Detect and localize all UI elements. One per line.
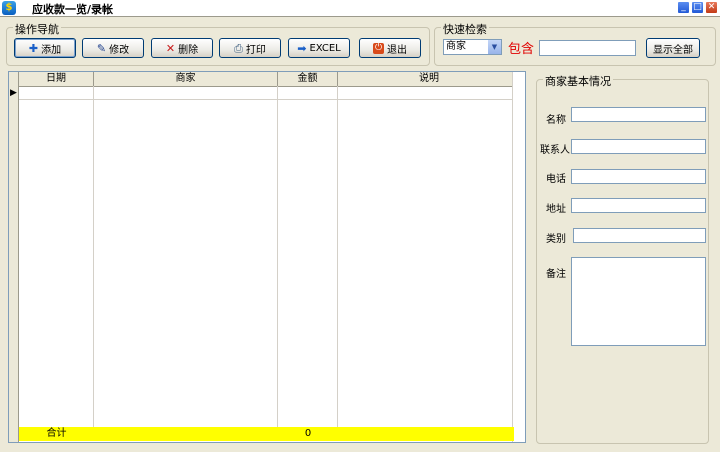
merchant-phone-label: 电话	[546, 174, 566, 185]
merchant-address-field[interactable]	[571, 198, 706, 213]
close-button[interactable]: ✕	[705, 1, 718, 14]
toolbar-group-title: 操作导航	[13, 21, 61, 37]
pen-icon: ✎	[96, 41, 107, 55]
column-header-amount[interactable]: 金额	[278, 72, 338, 86]
grid-divider	[93, 86, 94, 427]
column-header-merchant[interactable]: 商家	[94, 72, 278, 86]
show-all-button-label: 显示全部	[653, 44, 693, 56]
edit-button-label: 修改	[109, 44, 130, 56]
exit-button[interactable]: ⏻ 退出	[359, 38, 421, 58]
merchant-contact-label: 联系人	[540, 145, 570, 156]
maximize-icon: □	[693, 2, 702, 12]
search-field-select[interactable]: 商家 ▼	[443, 39, 502, 55]
plus-icon: ✚	[28, 41, 39, 55]
arrow-right-icon: ➡	[297, 41, 307, 55]
close-icon: ✕	[707, 2, 716, 12]
grid-vertical-scrollbar[interactable]	[512, 72, 525, 442]
printer-icon: ⎙	[234, 41, 243, 55]
search-keyword-input[interactable]	[539, 40, 636, 56]
add-button-label: 添加	[41, 44, 62, 56]
minimize-icon: _	[681, 2, 686, 12]
grid-divider	[277, 86, 278, 427]
merchant-address-label: 地址	[546, 204, 566, 215]
current-row-arrow-icon: ▶	[10, 88, 17, 98]
merchant-phone-field[interactable]	[571, 169, 706, 184]
add-button[interactable]: ✚ 添加	[14, 38, 76, 58]
merchant-contact-field[interactable]	[571, 139, 706, 154]
edit-button[interactable]: ✎ 修改	[82, 38, 144, 58]
delete-button-label: 删除	[178, 44, 199, 56]
delete-button[interactable]: ✕ 删除	[151, 38, 213, 58]
title-bar: $ 应收款一览/录帐 _ □ ✕	[0, 0, 720, 17]
print-button[interactable]: ⎙ 打印	[219, 38, 281, 58]
footer-total-label: 合计	[46, 428, 67, 439]
merchant-category-label: 类别	[546, 234, 566, 245]
print-button-label: 打印	[245, 44, 266, 56]
merchant-info-title: 商家基本情况	[543, 73, 613, 89]
search-group-title: 快速检索	[441, 21, 489, 37]
grid-divider	[337, 86, 338, 427]
column-header-date[interactable]: 日期	[19, 72, 94, 86]
merchant-category-field[interactable]	[573, 228, 706, 243]
exit-icon: ⏻	[373, 42, 384, 54]
merchant-name-label: 名称	[546, 115, 566, 126]
show-all-button[interactable]: 显示全部	[646, 38, 700, 58]
window-title: 应收款一览/录帐	[32, 3, 114, 16]
receivables-grid[interactable]: 日期 商家 金额 说明 ▶ 合计 0	[8, 71, 526, 443]
app-dollar-icon: $	[2, 1, 16, 15]
row-indicator-column: ▶	[9, 72, 19, 442]
search-field-value: 商家	[446, 41, 466, 52]
merchant-notes-field[interactable]	[571, 257, 706, 346]
footer-amount-total: 0	[304, 428, 312, 439]
merchant-name-field[interactable]	[571, 107, 706, 122]
grid-footer-totals: 合计 0	[19, 427, 514, 441]
x-icon: ✕	[165, 41, 176, 55]
excel-button[interactable]: ➡ EXCEL	[288, 38, 350, 58]
new-row-line	[19, 99, 514, 100]
minimize-button[interactable]: _	[677, 1, 690, 14]
column-header-description[interactable]: 说明	[338, 72, 521, 86]
merchant-notes-label: 备注	[546, 269, 566, 280]
chevron-down-icon[interactable]: ▼	[488, 40, 501, 54]
maximize-button[interactable]: □	[691, 1, 704, 14]
exit-button-label: 退出	[387, 44, 407, 56]
excel-button-label: EXCEL	[309, 42, 341, 54]
contains-label: 包含	[508, 42, 535, 57]
grid-header: 日期 商家 金额 说明	[9, 72, 525, 87]
